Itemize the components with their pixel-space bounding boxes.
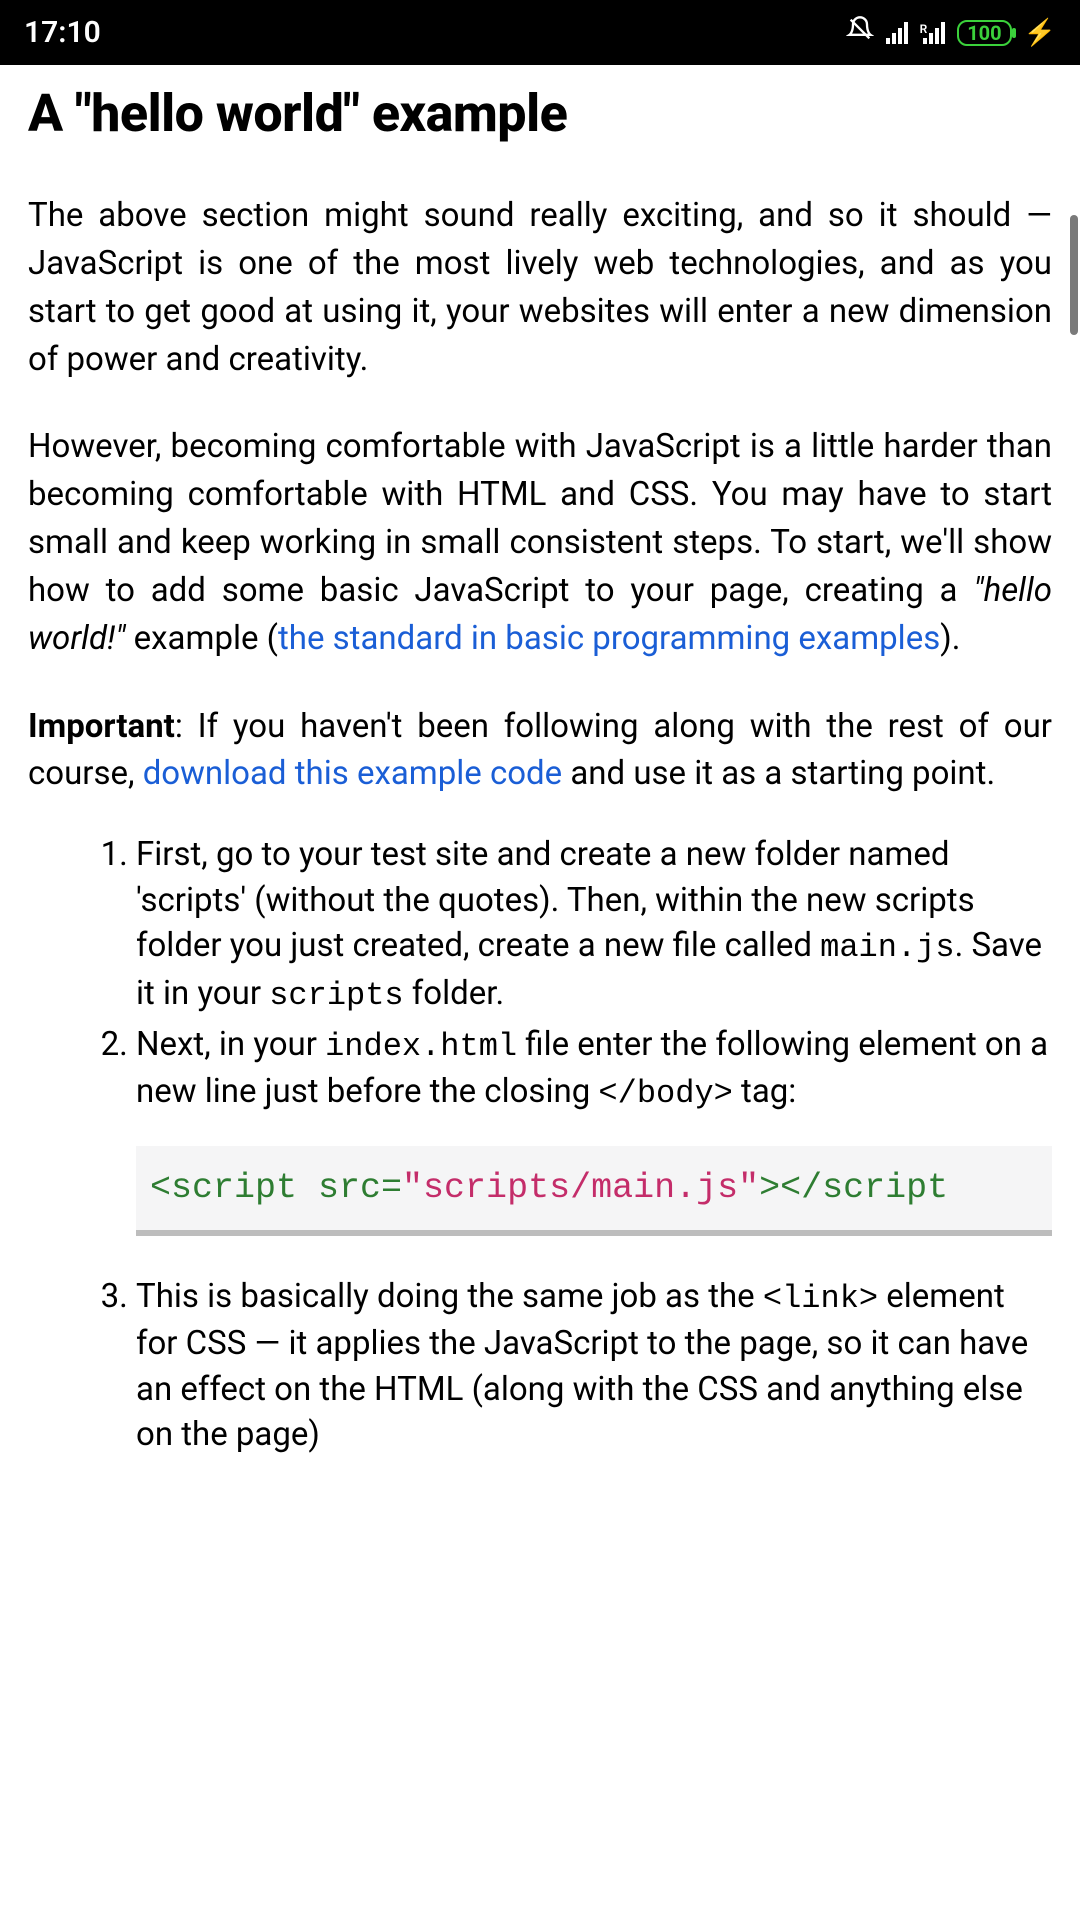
signal-icon	[886, 22, 908, 44]
text: This is basically doing the same job as …	[136, 1277, 763, 1316]
dnd-icon	[846, 15, 874, 51]
article-content[interactable]: A "hello world" example The above sectio…	[0, 65, 1080, 1920]
token-tag: >	[759, 1168, 780, 1208]
text: tag:	[733, 1072, 796, 1111]
code-block[interactable]: <script src="scripts/main.js"></script	[136, 1146, 1052, 1236]
battery-icon: 100	[957, 20, 1011, 46]
code-inline: </body>	[598, 1075, 732, 1112]
code-inline: main.js	[820, 929, 954, 966]
text: ).	[940, 619, 960, 658]
text: Next, in your	[136, 1025, 325, 1064]
code-inline: index.html	[325, 1028, 517, 1065]
token-attr-name: src=	[318, 1168, 402, 1208]
token-tag: </script	[780, 1168, 948, 1208]
charging-icon: ⚡	[1024, 18, 1056, 48]
list-item: This is basically doing the same job as …	[136, 1274, 1052, 1458]
text: However, becoming comfortable with JavaS…	[28, 427, 1052, 610]
paragraph-1: The above section might sound really exc…	[28, 192, 1052, 383]
code-inline: <link>	[763, 1280, 878, 1317]
list-item: First, go to your test site and create a…	[136, 832, 1052, 1017]
paragraph-2: However, becoming comfortable with JavaS…	[28, 423, 1052, 662]
link-download-code[interactable]: download this example code	[143, 754, 562, 793]
text: folder.	[404, 974, 505, 1013]
status-time: 17:10	[24, 15, 101, 50]
paragraph-3: Important: If you haven't been following…	[28, 703, 1052, 799]
signal-roaming: R	[920, 22, 946, 44]
text: and use it as a starting point.	[562, 754, 995, 793]
code-inline: scripts	[269, 977, 403, 1014]
steps-list: First, go to your test site and create a…	[28, 832, 1052, 1458]
token-attr-value: "scripts/main.js"	[402, 1168, 759, 1208]
status-right: R 100 ⚡	[846, 15, 1056, 51]
page-title: A "hello world" example	[28, 83, 1052, 144]
label-important: Important	[28, 707, 175, 746]
scroll-indicator[interactable]	[1070, 215, 1078, 335]
list-item: Next, in your index.html file enter the …	[136, 1022, 1052, 1237]
link-standard-example[interactable]: the standard in basic programming exampl…	[278, 619, 940, 658]
text: example (	[126, 619, 278, 658]
status-bar: 17:10 R 100 ⚡	[0, 0, 1080, 65]
token-tag: <script	[150, 1168, 318, 1208]
